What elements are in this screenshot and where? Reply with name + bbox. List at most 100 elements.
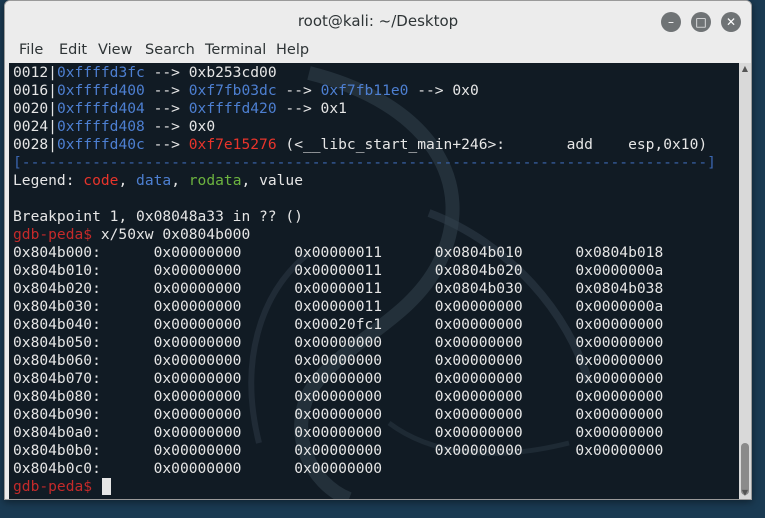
legend-data: data bbox=[136, 172, 172, 189]
terminal-lines: 0012|0xffffd3fc --> 0xb253cd00 0016|0xfff… bbox=[13, 64, 739, 496]
gdb-prompt: gdb-peda$ bbox=[13, 478, 93, 495]
legend-label: Legend: bbox=[13, 172, 84, 189]
memory-word: 0x00000000 bbox=[434, 298, 576, 315]
memory-word: 0x00000000 bbox=[575, 424, 664, 441]
stack-chain-value: --> bbox=[144, 136, 189, 153]
menu-help[interactable]: Help bbox=[276, 42, 309, 58]
memory-word: 0x00000011 bbox=[294, 244, 435, 261]
stack-chain-value: --> bbox=[144, 82, 189, 99]
maximize-button[interactable]: □ bbox=[691, 12, 711, 32]
gdb-prompt: gdb-peda$ bbox=[13, 226, 93, 243]
memory-word: 0x0804b038 bbox=[575, 280, 664, 297]
stack-line: 0028|0xffffd40c --> 0xf7e15276 (<__libc_… bbox=[13, 136, 739, 154]
memory-word: 0x00000000 bbox=[575, 442, 664, 459]
memory-word: 0x00000000 bbox=[153, 244, 295, 261]
terminal-window: root@kali: ~/Desktop – □ ✕ File Edit Vie… bbox=[4, 0, 752, 500]
memory-row: 0x804b0b0: 0x00000000 0x00000000 0x00000… bbox=[13, 442, 739, 460]
memory-word: 0x0000000a bbox=[575, 262, 664, 279]
stack-address: 0xffffd40c bbox=[56, 136, 145, 153]
title-bar[interactable]: root@kali: ~/Desktop – □ ✕ bbox=[5, 1, 751, 41]
maximize-icon: □ bbox=[695, 15, 707, 29]
stack-chain-value: 0xf7fb03dc bbox=[188, 82, 277, 99]
memory-word: 0x0804b030 bbox=[434, 280, 576, 297]
memory-row: 0x804b050: 0x00000000 0x00000000 0x00000… bbox=[13, 334, 739, 352]
memory-address: 0x804b080: bbox=[13, 388, 154, 405]
minimize-icon: – bbox=[668, 15, 674, 29]
memory-word: 0x00000000 bbox=[153, 460, 295, 477]
minimize-button[interactable]: – bbox=[661, 12, 681, 32]
memory-word: 0x00000000 bbox=[434, 424, 576, 441]
memory-word: 0x00000000 bbox=[294, 442, 435, 459]
scroll-up-icon[interactable]: ▲ bbox=[739, 63, 751, 75]
memory-row: 0x804b020: 0x00000000 0x00000011 0x0804b… bbox=[13, 280, 739, 298]
memory-word: 0x00000000 bbox=[153, 424, 295, 441]
memory-word: 0x00000000 bbox=[294, 388, 435, 405]
memory-word: 0x0000000a bbox=[575, 298, 664, 315]
close-button[interactable]: ✕ bbox=[721, 12, 741, 32]
stack-line: 0012|0xffffd3fc --> 0xb253cd00 bbox=[13, 64, 739, 82]
memory-word: 0x00000011 bbox=[294, 298, 435, 315]
memory-word: 0x00000000 bbox=[434, 406, 576, 423]
memory-address: 0x804b010: bbox=[13, 262, 154, 279]
separator-line: [---------------------------------------… bbox=[13, 154, 739, 172]
memory-word: 0x00000000 bbox=[153, 334, 295, 351]
stack-offset: 0024| bbox=[13, 118, 57, 135]
prompt-line: gdb-peda$ bbox=[13, 478, 739, 496]
memory-word: 0x0804b018 bbox=[575, 244, 664, 261]
memory-address: 0x804b0b0: bbox=[13, 442, 154, 459]
memory-address: 0x804b040: bbox=[13, 316, 154, 333]
legend-sep: , bbox=[171, 172, 189, 189]
terminal-output[interactable]: 0012|0xffffd3fc --> 0xb253cd00 0016|0xfff… bbox=[9, 63, 739, 499]
command-line: gdb-peda$ x/50xw 0x0804b000 bbox=[13, 226, 739, 244]
stack-chain-value: --> 0x0 bbox=[144, 118, 216, 135]
legend-rodata: rodata bbox=[188, 172, 242, 189]
memory-word: 0x00000011 bbox=[294, 280, 435, 297]
menu-search[interactable]: Search bbox=[145, 42, 195, 58]
memory-row: 0x804b010: 0x00000000 0x00000011 0x0804b… bbox=[13, 262, 739, 280]
menu-view[interactable]: View bbox=[98, 42, 132, 58]
stack-offset: 0028| bbox=[13, 136, 57, 153]
memory-word: 0x00000000 bbox=[153, 262, 295, 279]
stack-chain-value: 0xb253cd00 bbox=[188, 64, 277, 81]
stack-chain-value: (<__libc_start_main+246>: add esp,0x10) bbox=[276, 136, 708, 153]
memory-word: 0x00000000 bbox=[153, 406, 295, 423]
memory-address: 0x804b070: bbox=[13, 370, 154, 387]
stack-offset: 0012| bbox=[13, 64, 57, 81]
memory-word: 0x00000000 bbox=[575, 316, 664, 333]
stack-chain-value: --> 0x1 bbox=[276, 100, 347, 117]
menu-edit[interactable]: Edit bbox=[59, 42, 87, 58]
text-cursor bbox=[101, 478, 111, 495]
stack-address: 0xffffd400 bbox=[56, 82, 145, 99]
memory-row: 0x804b030: 0x00000000 0x00000011 0x00000… bbox=[13, 298, 739, 316]
memory-word: 0x00000000 bbox=[434, 352, 576, 369]
section-separator: [---------------------------------------… bbox=[13, 154, 716, 171]
scroll-down-icon[interactable]: ▼ bbox=[739, 487, 751, 499]
memory-word: 0x00000000 bbox=[294, 370, 435, 387]
memory-address: 0x804b020: bbox=[13, 280, 154, 297]
stack-offset: 0020| bbox=[13, 100, 57, 117]
memory-row: 0x804b060: 0x00000000 0x00000000 0x00000… bbox=[13, 352, 739, 370]
stack-address: 0xffffd404 bbox=[56, 100, 145, 117]
memory-word: 0x0804b020 bbox=[434, 262, 576, 279]
memory-row: 0x804b090: 0x00000000 0x00000000 0x00000… bbox=[13, 406, 739, 424]
memory-word: 0x0804b010 bbox=[434, 244, 576, 261]
memory-word: 0x00000000 bbox=[153, 280, 295, 297]
memory-word: 0x00000000 bbox=[294, 334, 435, 351]
terminal-scrollbar[interactable]: ▲ ▼ bbox=[739, 63, 751, 499]
memory-word: 0x00000000 bbox=[153, 442, 295, 459]
memory-row: 0x804b0a0: 0x00000000 0x00000000 0x00000… bbox=[13, 424, 739, 442]
memory-row: 0x804b040: 0x00000000 0x00020fc1 0x00000… bbox=[13, 316, 739, 334]
memory-word: 0x00000000 bbox=[294, 424, 435, 441]
stack-chain-value: 0xf7fb11e0 bbox=[320, 82, 409, 99]
memory-word: 0x00000000 bbox=[575, 388, 664, 405]
stack-offset: 0016| bbox=[13, 82, 57, 99]
menu-file[interactable]: File bbox=[19, 42, 43, 58]
memory-word: 0x00000000 bbox=[434, 316, 576, 333]
memory-address: 0x804b050: bbox=[13, 334, 154, 351]
menu-terminal[interactable]: Terminal bbox=[205, 42, 266, 58]
memory-word: 0x00000000 bbox=[434, 388, 576, 405]
memory-row: 0x804b070: 0x00000000 0x00000000 0x00000… bbox=[13, 370, 739, 388]
menu-bar: File Edit View Search Terminal Help bbox=[5, 41, 751, 63]
